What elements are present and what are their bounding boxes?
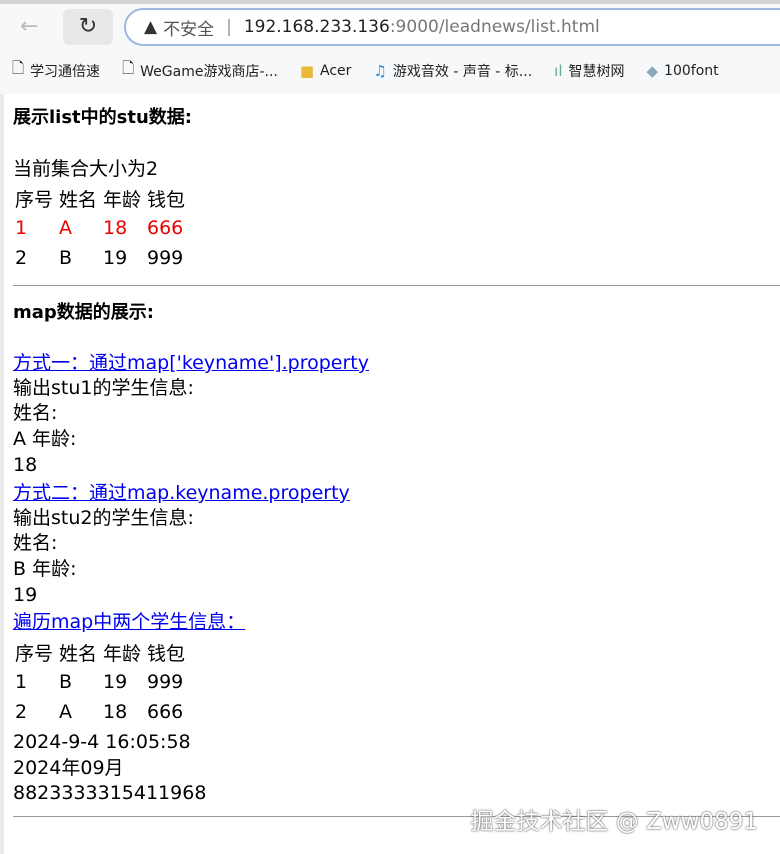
month-text: 2024年09月 — [13, 757, 124, 779]
cell: B — [59, 247, 73, 269]
map-table: 序号 姓名 年龄 钱包 1 B 19 999 2 A 18 666 — [15, 637, 197, 727]
cell: 19 — [103, 671, 128, 693]
bookmarks-bar: 🗋 学习通倍速 🗋 WeGame游戏商店-... ■ Acer ♫ 游戏音效 - 声音 … — [12, 58, 719, 83]
table-row: 2 B 19 999 — [15, 243, 197, 273]
bookmark-item[interactable]: ■ Acer — [300, 58, 352, 83]
stu2-name-label: 姓名: — [13, 532, 58, 554]
table-row: 2 A 18 666 — [15, 697, 197, 727]
site-icon: ◆ — [646, 61, 659, 80]
cell: 666 — [147, 701, 184, 723]
method1-link[interactable]: 方式一：通过map['keyname'].property — [13, 351, 369, 376]
cell: 999 — [147, 247, 184, 269]
cell: 666 — [147, 217, 184, 239]
table-header: 序号 姓名 年龄 钱包 — [15, 637, 197, 667]
table-row: 1 A 18 666 — [15, 213, 197, 243]
bookmark-label: 100font — [664, 62, 719, 79]
header-cell: 年龄 — [103, 188, 142, 211]
header-cell: 钱包 — [147, 642, 186, 665]
header-cell: 姓名 — [59, 188, 98, 211]
insecure-label: 不安全 — [163, 19, 215, 40]
list-size-text: 当前集合大小为2 — [13, 158, 159, 180]
header-cell: 姓名 — [59, 642, 98, 665]
browser-toolbar: ← ↻ ▲ 不安全 | 192.168.233.136:9000/leadnew… — [0, 0, 780, 94]
table-header: 序号 姓名 年龄 钱包 — [15, 183, 197, 213]
cell: B — [59, 671, 73, 693]
site-icon: ıl — [554, 61, 563, 80]
divider: | — [226, 17, 232, 37]
url-path: :9000/leadnews/list.html — [389, 17, 600, 37]
bookmark-label: Acer — [320, 62, 352, 79]
folder-icon: ■ — [299, 61, 315, 80]
cell: 1 — [15, 217, 28, 239]
header-cell: 年龄 — [103, 642, 142, 665]
reload-button[interactable]: ↻ — [63, 9, 113, 45]
page-icon: 🗋 — [12, 59, 25, 77]
tab-strip — [0, 0, 780, 4]
iterate-link[interactable]: 遍历map中两个学生信息： — [13, 610, 245, 635]
stu2-name-age: B 年龄: — [13, 558, 77, 580]
bookmark-label: 游戏音效 - 声音 - 标... — [392, 63, 533, 80]
cell: 2 — [15, 701, 28, 723]
stu2-label: 输出stu2的学生信息: — [13, 507, 194, 529]
cell: 1 — [15, 671, 28, 693]
number-text: 8823333315411968 — [13, 782, 207, 804]
bookmark-item[interactable]: ◆ 100font — [647, 58, 719, 83]
stu1-age: 18 — [13, 454, 38, 476]
cell: A — [59, 217, 72, 239]
bookmark-label: WeGame游戏商店-... — [140, 63, 278, 80]
bookmark-item[interactable]: 🗋 学习通倍速 — [12, 58, 100, 83]
page-icon: 🗋 — [122, 59, 135, 77]
header-cell: 钱包 — [147, 188, 186, 211]
bookmark-label: 智慧树网 — [568, 63, 625, 80]
cell: 19 — [103, 247, 128, 269]
method2-link[interactable]: 方式二：通过map.keyname.property — [13, 481, 350, 506]
warning-icon[interactable]: ▲ — [144, 17, 157, 37]
stu1-name-label: 姓名: — [13, 402, 58, 424]
cell: 18 — [103, 701, 128, 723]
date-text: 2024-9-4 16:05:58 — [13, 731, 191, 753]
bookmark-item[interactable]: ıl 智慧树网 — [554, 58, 624, 83]
cell: 2 — [15, 247, 28, 269]
list-heading: 展示list中的stu数据: — [13, 107, 192, 128]
address-bar[interactable]: ▲ 不安全 | 192.168.233.136:9000/leadnews/li… — [124, 8, 780, 46]
list-table: 序号 姓名 年龄 钱包 1 A 18 666 2 B 19 999 — [15, 183, 197, 273]
watermark: 掘金技术社区 @ Zww0891 — [470, 809, 758, 835]
bookmark-item[interactable]: 🗋 WeGame游戏商店-... — [122, 58, 278, 83]
cell: A — [59, 701, 72, 723]
cell: 999 — [147, 671, 184, 693]
url-host: 192.168.233.136 — [243, 17, 390, 37]
header-cell: 序号 — [15, 188, 54, 211]
divider — [13, 285, 780, 286]
back-button[interactable]: ← — [20, 14, 38, 39]
stu2-age: 19 — [13, 584, 38, 606]
stu1-label: 输出stu1的学生信息: — [13, 377, 194, 399]
header-cell: 序号 — [15, 642, 54, 665]
cell: 18 — [103, 217, 128, 239]
stu1-name-age: A 年龄: — [13, 428, 77, 450]
bookmark-item[interactable]: ♫ 游戏音效 - 声音 - 标... — [373, 58, 532, 83]
bookmark-label: 学习通倍速 — [30, 63, 101, 80]
site-icon: ♫ — [373, 61, 387, 80]
map-heading: map数据的展示: — [13, 302, 154, 323]
table-row: 1 B 19 999 — [15, 667, 197, 697]
